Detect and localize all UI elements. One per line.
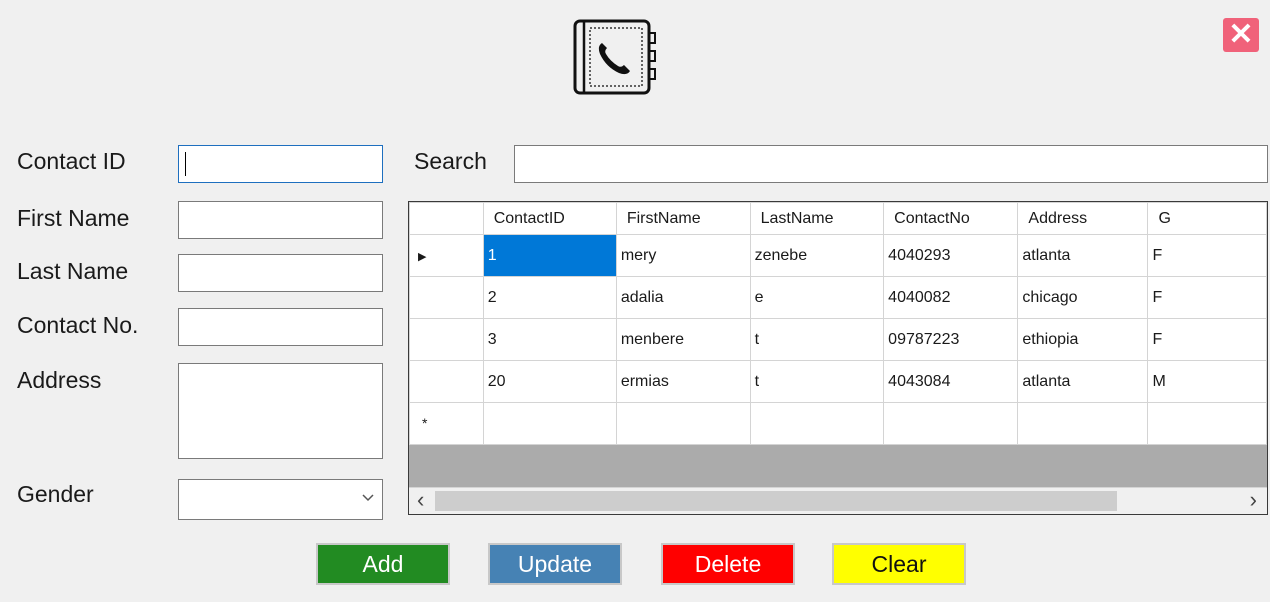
row-header[interactable]: ▶ — [409, 234, 484, 277]
table-row[interactable]: ▶ 1 mery zenebe 4040293 atlanta F — [409, 234, 1267, 277]
contact-no-field[interactable] — [178, 308, 383, 346]
column-header[interactable]: ContactID — [482, 202, 617, 235]
scrollbar-thumb[interactable] — [435, 491, 1117, 511]
row-header[interactable] — [409, 318, 484, 361]
table-cell[interactable] — [482, 402, 617, 445]
table-row[interactable]: 20 ermias t 4043084 atlanta M — [409, 360, 1267, 403]
search-input[interactable] — [514, 145, 1268, 183]
table-cell[interactable]: 2 — [482, 276, 617, 319]
contact-id-field[interactable] — [178, 145, 383, 183]
gender-select[interactable] — [178, 479, 383, 520]
table-cell[interactable]: ermias — [615, 360, 751, 403]
last-name-label: Last Name — [17, 258, 129, 284]
update-button[interactable]: Update — [488, 543, 622, 585]
row-header-corner — [409, 202, 484, 235]
table-cell[interactable]: M — [1147, 360, 1267, 403]
first-name-label: First Name — [17, 205, 130, 231]
last-name-field[interactable] — [178, 254, 383, 292]
horizontal-scrollbar[interactable]: ‹ › — [409, 487, 1267, 514]
column-header[interactable]: G — [1147, 202, 1267, 235]
table-cell[interactable]: 20 — [482, 360, 617, 403]
address-field[interactable] — [178, 363, 383, 459]
table-cell[interactable]: F — [1147, 234, 1267, 277]
header-row: ContactID FirstName LastName ContactNo A… — [409, 202, 1267, 235]
table-cell[interactable]: 4040293 — [883, 234, 1019, 277]
table-cell[interactable]: zenebe — [749, 234, 885, 277]
table-cell[interactable] — [749, 402, 885, 445]
table-cell[interactable] — [883, 402, 1019, 445]
table-cell[interactable]: atlanta — [1017, 234, 1149, 277]
column-header[interactable]: FirstName — [615, 202, 751, 235]
new-row-icon: * — [422, 414, 428, 431]
close-button[interactable]: ✕ — [1223, 18, 1259, 52]
column-header[interactable]: ContactNo — [883, 202, 1019, 235]
row-header[interactable] — [409, 276, 484, 319]
table-cell[interactable]: mery — [615, 234, 751, 277]
table-cell[interactable]: t — [749, 360, 885, 403]
scroll-right-icon[interactable]: › — [1250, 488, 1257, 512]
close-icon: ✕ — [1228, 18, 1254, 51]
scroll-left-icon[interactable]: ‹ — [417, 488, 424, 512]
phonebook-icon — [572, 19, 658, 95]
chevron-down-icon — [362, 490, 374, 511]
column-header[interactable]: Address — [1017, 202, 1149, 235]
new-row[interactable]: * — [409, 402, 1267, 445]
row-header[interactable] — [409, 360, 484, 403]
add-button[interactable]: Add — [316, 543, 450, 585]
table-cell[interactable]: 1 — [482, 234, 617, 277]
current-row-icon: ▶ — [418, 250, 427, 263]
address-label: Address — [17, 367, 102, 393]
column-header[interactable]: LastName — [749, 202, 885, 235]
table-cell[interactable]: ethiopia — [1017, 318, 1149, 361]
row-header[interactable]: * — [409, 402, 484, 445]
table-cell[interactable]: atlanta — [1017, 360, 1149, 403]
first-name-field[interactable] — [178, 201, 383, 239]
delete-button[interactable]: Delete — [661, 543, 795, 585]
table-cell[interactable] — [1147, 402, 1267, 445]
table-cell[interactable]: 09787223 — [883, 318, 1019, 361]
clear-button[interactable]: Clear — [832, 543, 966, 585]
table-cell[interactable]: F — [1147, 318, 1267, 361]
search-label: Search — [414, 148, 487, 174]
contact-id-label: Contact ID — [17, 148, 126, 174]
table-cell[interactable]: adalia — [615, 276, 751, 319]
table-row[interactable]: 3 menbere t 09787223 ethiopia F — [409, 318, 1267, 361]
table-cell[interactable]: F — [1147, 276, 1267, 319]
contacts-table: ContactID FirstName LastName ContactNo A… — [409, 202, 1267, 445]
table-cell[interactable]: 4043084 — [883, 360, 1019, 403]
table-cell[interactable]: 3 — [482, 318, 617, 361]
table-cell[interactable] — [615, 402, 751, 445]
text-caret — [185, 152, 186, 176]
gender-label: Gender — [17, 481, 94, 507]
table-cell[interactable]: t — [749, 318, 885, 361]
table-cell[interactable]: menbere — [615, 318, 751, 361]
contact-no-label: Contact No. — [17, 312, 139, 338]
contacts-grid[interactable]: ContactID FirstName LastName ContactNo A… — [408, 201, 1268, 515]
table-row[interactable]: 2 adalia e 4040082 chicago F — [409, 276, 1267, 319]
table-cell[interactable]: e — [749, 276, 885, 319]
table-cell[interactable]: 4040082 — [883, 276, 1019, 319]
table-cell[interactable]: chicago — [1017, 276, 1149, 319]
table-cell[interactable] — [1017, 402, 1149, 445]
